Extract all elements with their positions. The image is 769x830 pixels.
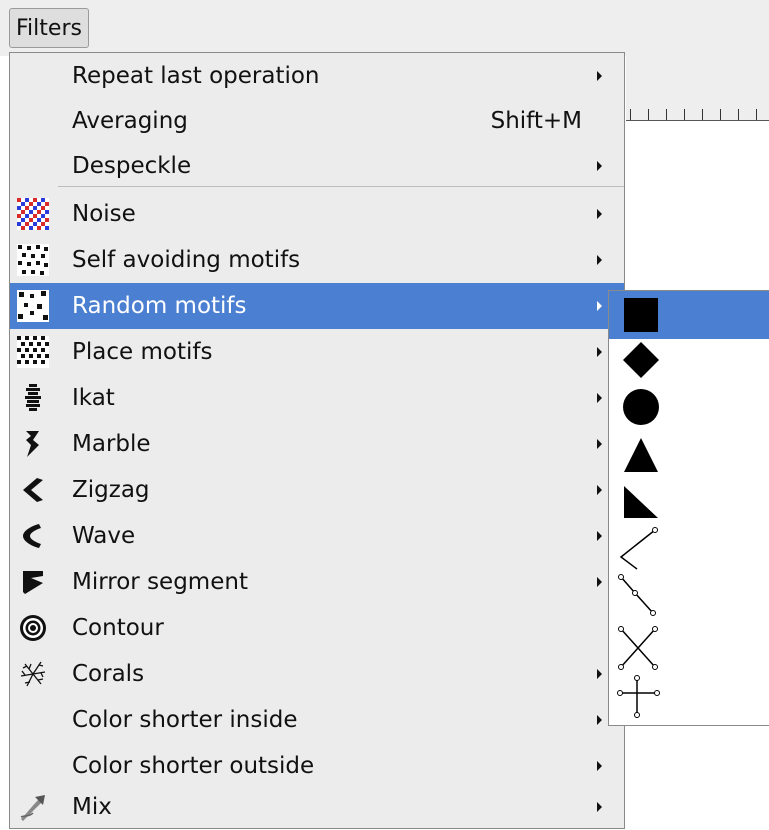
marble-icon — [26, 431, 39, 457]
noise-icon — [17, 198, 49, 230]
menu-item-label: Ikat — [72, 385, 115, 411]
menu-item-label: Averaging — [72, 108, 188, 134]
menu-item-mix[interactable]: Mix — [10, 784, 624, 830]
place-motifs-icon — [17, 336, 49, 368]
menu-item-mirror-segment[interactable]: Mirror segment — [10, 559, 624, 605]
submenu-item-plus-lines[interactable] — [617, 675, 661, 719]
submenu-arrow-icon — [597, 347, 602, 357]
menu-item-marble[interactable]: Marble — [10, 421, 624, 467]
menu-item-label: Color shorter inside — [72, 707, 298, 733]
menu-item-zigzag[interactable]: Zigzag — [10, 467, 624, 513]
menu-item-label: Despeckle — [72, 153, 192, 179]
zigzag-icon — [23, 478, 43, 502]
menu-item-label: Wave — [72, 523, 136, 549]
submenu-arrow-icon — [597, 531, 602, 541]
submenu-arrow-icon — [597, 669, 602, 679]
submenu-item-triangle[interactable] — [622, 436, 660, 474]
menu-item-label: Place motifs — [72, 339, 213, 365]
menu-item-color-shorter-inside[interactable]: Color shorter inside — [10, 697, 624, 743]
submenu-arrow-icon — [597, 439, 602, 449]
menu-item-label: Random motifs — [72, 293, 247, 319]
submenu-item-cross-lines[interactable] — [617, 625, 661, 671]
menu-item-label: Corals — [72, 661, 145, 687]
submenu-item-zigzag-line[interactable] — [617, 573, 661, 623]
menu-item-repeat-last-operation[interactable]: Repeat last operation — [10, 53, 624, 99]
diamond-icon — [623, 342, 659, 378]
submenu-arrow-icon — [597, 209, 602, 219]
corals-icon — [20, 661, 46, 687]
submenu-arrow-icon — [597, 301, 602, 311]
menu-item-label: Color shorter outside — [72, 753, 315, 779]
submenu-arrow-icon — [597, 161, 602, 171]
menu-item-contour[interactable]: Contour — [10, 605, 624, 651]
submenu-arrow-icon — [597, 577, 602, 587]
angle-line-icon — [619, 527, 658, 570]
submenu-item-circle[interactable] — [622, 388, 660, 426]
menu-item-despeckle[interactable]: Despeckle — [10, 143, 624, 189]
menu-item-label: Repeat last operation — [72, 63, 320, 89]
plus-lines-icon — [617, 675, 660, 718]
filters-menu-button[interactable]: Filters — [9, 8, 89, 48]
menu-item-corals[interactable]: Corals — [10, 651, 624, 697]
menu-item-label: Self avoiding motifs — [72, 247, 301, 273]
horizontal-ruler — [626, 56, 769, 121]
submenu-arrow-icon — [597, 802, 602, 812]
submenu-arrow-icon — [597, 255, 602, 265]
square-icon — [624, 298, 658, 332]
menu-item-place-motifs[interactable]: Place motifs — [10, 329, 624, 375]
menu-item-label: Mirror segment — [72, 569, 248, 595]
menu-item-label: Contour — [72, 615, 164, 641]
submenu-arrow-icon — [597, 715, 602, 725]
menu-item-shortcut: Shift+M — [490, 108, 582, 134]
random-motifs-submenu — [608, 290, 769, 726]
submenu-arrow-icon — [597, 71, 602, 81]
menu-item-random-motifs[interactable]: Random motifs — [10, 283, 624, 329]
wave-icon — [23, 524, 41, 548]
submenu-item-square[interactable] — [622, 296, 660, 334]
filters-dropdown-menu: Repeat last operation Averaging Shift+M … — [9, 52, 625, 829]
ikat-icon — [25, 384, 41, 411]
submenu-item-right-triangle[interactable] — [622, 482, 660, 520]
menu-item-color-shorter-outside[interactable]: Color shorter outside — [10, 743, 624, 789]
submenu-arrow-icon — [597, 393, 602, 403]
menu-item-wave[interactable]: Wave — [10, 513, 624, 559]
triangle-icon — [624, 438, 658, 472]
menubar: Filters — [0, 0, 769, 56]
mirror-segment-icon — [23, 571, 43, 594]
submenu-item-angle-line[interactable] — [617, 527, 661, 571]
random-motifs-icon — [17, 290, 49, 322]
submenu-item-diamond[interactable] — [622, 341, 660, 379]
submenu-arrow-icon — [597, 761, 602, 771]
menu-item-label: Noise — [72, 201, 136, 227]
submenu-arrow-icon — [597, 485, 602, 495]
menu-item-noise[interactable]: Noise — [10, 191, 624, 237]
zigzag-line-icon — [618, 574, 656, 616]
circle-icon — [623, 389, 659, 425]
menu-item-averaging[interactable]: Averaging Shift+M — [10, 98, 624, 144]
mix-icon — [20, 795, 45, 821]
menu-separator — [58, 186, 624, 187]
menu-item-label: Zigzag — [72, 477, 150, 503]
cross-lines-icon — [618, 626, 658, 670]
self-avoiding-motifs-icon — [17, 244, 49, 276]
menu-item-label: Marble — [72, 431, 151, 457]
right-triangle-icon — [624, 486, 658, 518]
menu-item-ikat[interactable]: Ikat — [10, 375, 624, 421]
menu-item-label: Mix — [72, 794, 112, 820]
menu-item-self-avoiding-motifs[interactable]: Self avoiding motifs — [10, 237, 624, 283]
contour-icon — [20, 615, 46, 641]
